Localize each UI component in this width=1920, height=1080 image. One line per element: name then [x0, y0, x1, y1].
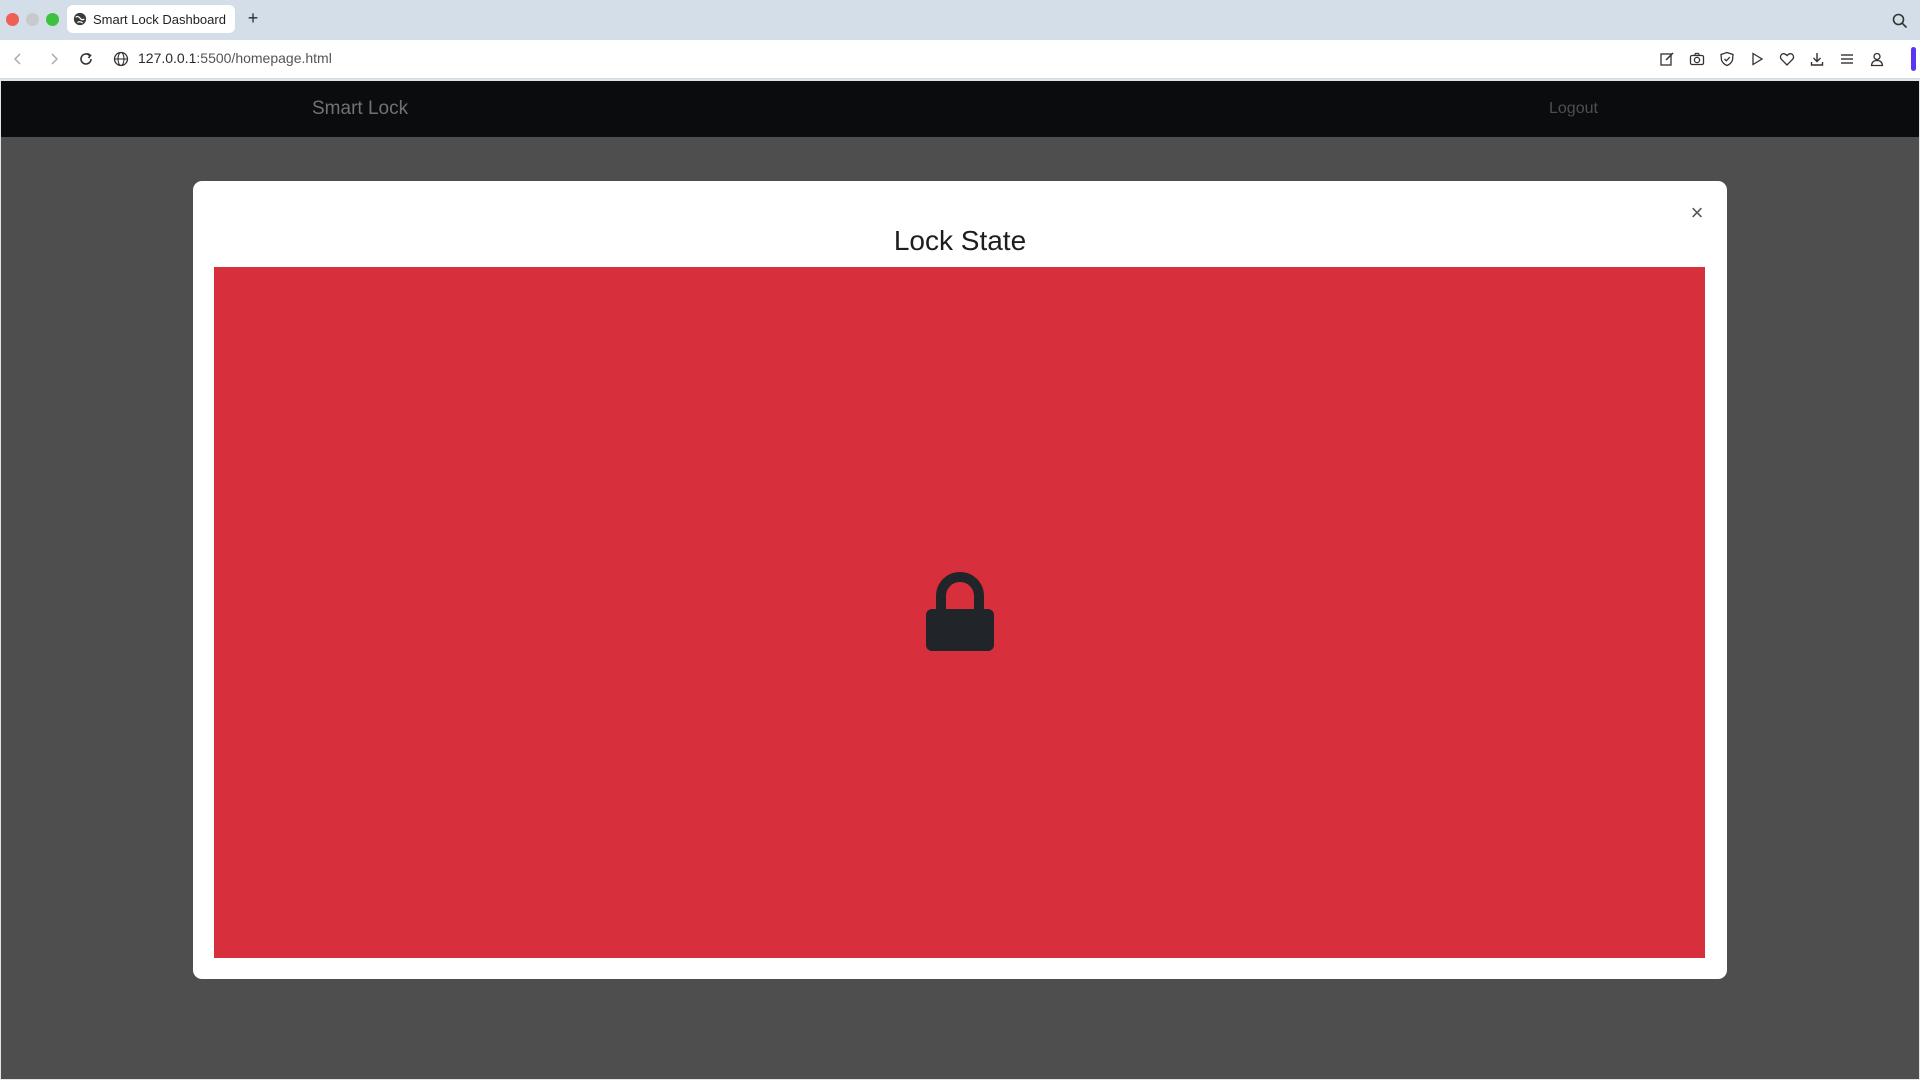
- logout-link[interactable]: Logout: [1549, 100, 1598, 118]
- reload-icon[interactable]: [78, 51, 94, 67]
- app-navbar: Smart Lock Logout: [1, 81, 1919, 137]
- modal-close-button[interactable]: ×: [1685, 201, 1709, 225]
- sidebar-toggle[interactable]: [1911, 47, 1916, 71]
- url-host: 127.0.0.1: [138, 50, 197, 66]
- url-field[interactable]: 127.0.0.1:5500/homepage.html: [138, 50, 332, 66]
- search-icon[interactable]: [1892, 13, 1908, 29]
- window-minimize-button[interactable]: [26, 13, 39, 26]
- edit-icon[interactable]: [1659, 51, 1675, 67]
- play-icon[interactable]: [1749, 51, 1765, 67]
- profile-icon[interactable]: [1869, 51, 1885, 67]
- lock-state-modal: × Lock State: [193, 181, 1727, 979]
- window-close-button[interactable]: [6, 13, 19, 26]
- tab-title: Smart Lock Dashboard: [93, 11, 226, 27]
- heart-icon[interactable]: [1779, 51, 1795, 67]
- download-icon[interactable]: [1809, 51, 1825, 67]
- url-path: :5500/homepage.html: [196, 50, 332, 66]
- new-tab-button[interactable]: +: [244, 9, 262, 27]
- navbar-brand[interactable]: Smart Lock: [312, 98, 408, 120]
- shield-icon[interactable]: [1719, 51, 1735, 67]
- site-info-icon[interactable]: [113, 51, 129, 67]
- lock-icon: [926, 572, 994, 651]
- menu-icon[interactable]: [1839, 51, 1855, 67]
- browser-tab[interactable]: Smart Lock Dashboard: [67, 5, 235, 33]
- back-icon[interactable]: [10, 51, 26, 67]
- modal-title: Lock State: [893, 225, 1027, 256]
- browser-tab-bar: Smart Lock Dashboard +: [0, 0, 1920, 40]
- address-bar: 127.0.0.1:5500/homepage.html: [0, 40, 1920, 79]
- tab-globe-icon: [73, 12, 87, 26]
- page-viewport: Smart Lock Logout × Lock State: [1, 81, 1919, 1079]
- window-maximize-button[interactable]: [46, 13, 59, 26]
- lock-state-panel[interactable]: [214, 267, 1705, 958]
- camera-icon[interactable]: [1689, 51, 1705, 67]
- forward-icon[interactable]: [46, 51, 62, 67]
